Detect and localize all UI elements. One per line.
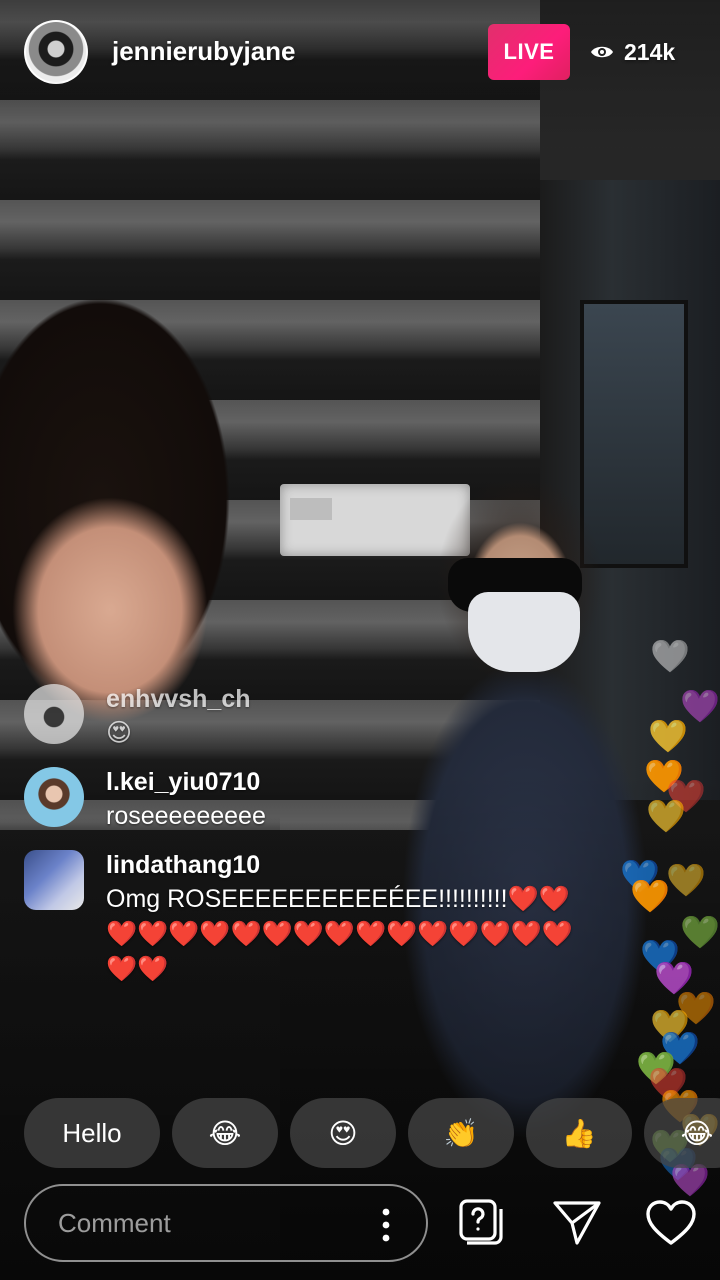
floating-heart: 🤍 [650, 638, 690, 674]
floating-heart: 💜 [670, 1162, 710, 1198]
comment-input[interactable] [56, 1206, 360, 1240]
commenter-username[interactable]: enhvvsh_ch [106, 682, 624, 716]
commenter-username[interactable]: l.kei_yiu0710 [106, 765, 624, 799]
floating-heart: 💛 [646, 798, 686, 834]
quick-reply-hello[interactable]: Hello [24, 1098, 160, 1168]
floating-heart: 💚 [680, 914, 720, 950]
floating-heart: 🧡 [630, 878, 670, 914]
comment-item: lindathang10 Omg ROSEEEEEEEEEEÉEE!!!!!!!… [24, 848, 624, 987]
commenter-avatar[interactable] [24, 850, 84, 910]
commenter-avatar[interactable] [24, 767, 84, 827]
quick-reactions: Hello 😂 😍 👏 👍 😂 [24, 1098, 720, 1168]
quick-reaction-heart-eyes[interactable]: 😍 [290, 1098, 396, 1168]
live-header: jennierubyjane LIVE 214k [0, 0, 720, 104]
more-vertical-icon[interactable] [382, 1208, 390, 1242]
live-badge: LIVE [488, 24, 570, 80]
quick-reaction-laugh-2[interactable]: 😂 [644, 1098, 720, 1168]
comment-text: 😍 [106, 719, 133, 747]
commenter-username[interactable]: lindathang10 [106, 848, 624, 882]
comment-item: enhvvsh_ch 😍 [24, 682, 624, 751]
host-avatar[interactable] [24, 20, 88, 84]
comment-field[interactable] [24, 1184, 428, 1262]
comment-text: Omg ROSEEEEEEEEEEÉEE!!!!!!!!!!❤️❤️❤️❤️❤️… [106, 885, 573, 983]
comment-feed: enhvvsh_ch 😍 l.kei_yiu0710 roseeeeeeeee … [24, 682, 624, 1001]
eye-icon [590, 40, 614, 64]
heart-outline-icon[interactable] [644, 1196, 698, 1250]
floating-heart: 💛 [648, 718, 688, 754]
comment-text: roseeeeeeeee [106, 802, 266, 830]
host-username[interactable]: jennierubyjane [112, 36, 296, 67]
send-icon[interactable] [550, 1196, 604, 1250]
viewer-count-value: 214k [624, 38, 676, 65]
quick-reaction-laugh[interactable]: 😂 [172, 1098, 278, 1168]
comment-item: l.kei_yiu0710 roseeeeeeeee [24, 765, 624, 834]
floating-heart: 💛 [666, 862, 706, 898]
quick-reaction-clap[interactable]: 👏 [408, 1098, 514, 1168]
question-box-icon[interactable] [454, 1196, 508, 1250]
viewer-count[interactable]: 214k [590, 24, 675, 80]
quick-reaction-thumbs-up[interactable]: 👍 [526, 1098, 632, 1168]
commenter-avatar[interactable] [24, 684, 84, 744]
